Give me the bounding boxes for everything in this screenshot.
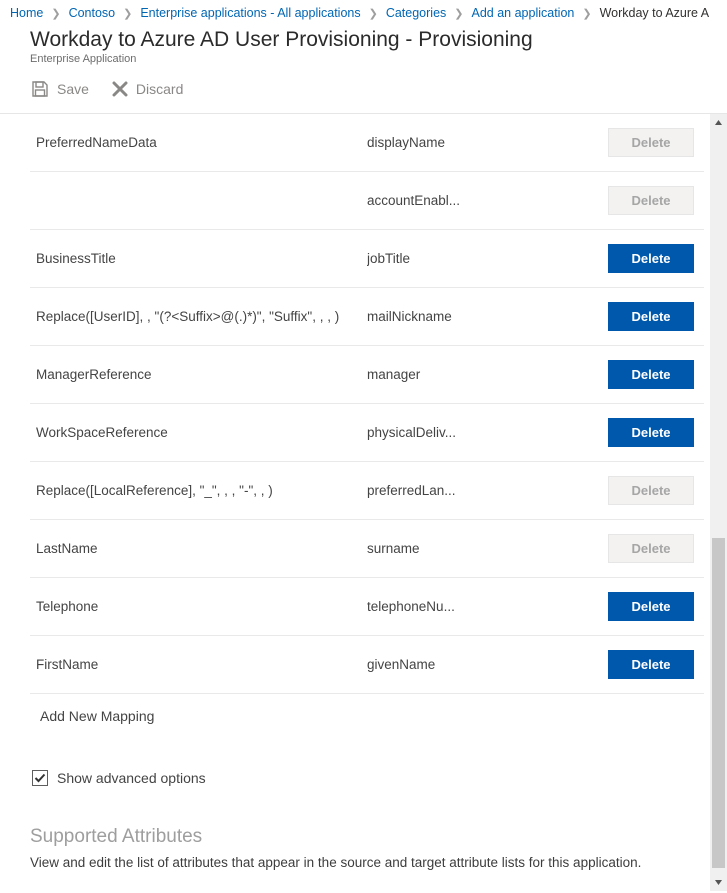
mapping-source: LastName [30,520,367,578]
mapping-target: mailNickname [367,288,542,346]
content-scroll: PreferredNameDatadisplayNameDeleteaccoun… [0,114,710,891]
mapping-source: WorkSpaceReference [30,404,367,462]
table-row[interactable]: PreferredNameDatadisplayName Delete [30,114,704,172]
mapping-target: accountEnabl... [367,172,542,230]
discard-label: Discard [136,81,183,97]
mapping-action-cell: Delete [542,346,704,404]
mapping-target: preferredLan... [367,462,542,520]
breadcrumb-item[interactable]: Categories [384,6,448,20]
breadcrumb: Home ❯ Contoso ❯ Enterprise applications… [0,0,727,24]
delete-button[interactable]: Delete [608,418,694,447]
mapping-target: physicalDeliv... [367,404,542,462]
supported-attributes-desc: View and edit the list of attributes tha… [30,848,650,872]
table-row[interactable]: TelephonetelephoneNu... Delete [30,578,704,636]
mapping-source [30,172,367,230]
mapping-action-cell: Delete [542,636,704,694]
show-advanced-row: Show advanced options [30,742,704,796]
mapping-action-cell: Delete [542,578,704,636]
chevron-icon: ❯ [448,7,469,20]
mapping-target: manager [367,346,542,404]
chevron-icon: ❯ [117,7,138,20]
delete-button[interactable]: Delete [608,302,694,331]
attribute-list-links: Edit attribute list for Azure Active Dir… [30,872,704,891]
supported-attributes-title: Supported Attributes [30,796,704,848]
discard-button[interactable]: Discard [111,80,183,98]
scroll-down-arrow-icon[interactable] [710,874,727,891]
mapping-source: BusinessTitle [30,230,367,288]
delete-button[interactable]: Delete [608,360,694,389]
mapping-action-cell: Delete [542,172,704,230]
mapping-target: displayName [367,114,542,172]
mapping-source: PreferredNameData [30,114,367,172]
save-label: Save [57,81,89,97]
breadcrumb-item[interactable]: Add an application [470,6,577,20]
table-row[interactable]: Replace([UserID], , "(?<Suffix>@(.)*)", … [30,288,704,346]
delete-button[interactable]: Delete [608,650,694,679]
mapping-source: Telephone [30,578,367,636]
table-row[interactable]: FirstNamegivenName Delete [30,636,704,694]
table-row[interactable]: accountEnabl... Delete [30,172,704,230]
mapping-source: ManagerReference [30,346,367,404]
table-row[interactable]: BusinessTitlejobTitle Delete [30,230,704,288]
page-title: Workday to Azure AD User Provisioning - … [30,28,697,52]
table-row[interactable]: ManagerReferencemanager Delete [30,346,704,404]
delete-button: Delete [608,186,694,215]
mapping-source: FirstName [30,636,367,694]
breadcrumb-item[interactable]: Home [8,6,45,20]
mapping-action-cell: Delete [542,520,704,578]
chevron-icon: ❯ [45,7,66,20]
show-advanced-label: Show advanced options [57,770,206,786]
delete-button: Delete [608,128,694,157]
save-icon [30,79,50,99]
delete-button[interactable]: Delete [608,244,694,273]
content-pane: PreferredNameDatadisplayNameDeleteaccoun… [0,113,727,891]
breadcrumb-item[interactable]: Enterprise applications - All applicatio… [138,6,362,20]
show-advanced-checkbox[interactable] [32,770,48,786]
delete-button[interactable]: Delete [608,592,694,621]
table-row[interactable]: LastNamesurname Delete [30,520,704,578]
page-header: Workday to Azure AD User Provisioning - … [0,24,727,65]
close-icon [111,80,129,98]
scrollbar[interactable] [710,114,727,891]
page-subtitle: Enterprise Application [30,53,697,65]
chevron-icon: ❯ [576,7,597,20]
save-button[interactable]: Save [30,79,89,99]
chevron-icon: ❯ [363,7,384,20]
mapping-target: jobTitle [367,230,542,288]
mapping-action-cell: Delete [542,114,704,172]
mapping-source: Replace([UserID], , "(?<Suffix>@(.)*)", … [30,288,367,346]
attribute-mappings-table: PreferredNameDatadisplayNameDeleteaccoun… [30,114,704,694]
mapping-source: Replace([LocalReference], "_", , , "-", … [30,462,367,520]
breadcrumb-current: Workday to Azure A [598,6,712,20]
mapping-action-cell: Delete [542,404,704,462]
mapping-action-cell: Delete [542,288,704,346]
table-row[interactable]: Replace([LocalReference], "_", , , "-", … [30,462,704,520]
check-icon [34,772,46,784]
mapping-target: surname [367,520,542,578]
delete-button: Delete [608,476,694,505]
mapping-action-cell: Delete [542,462,704,520]
breadcrumb-item[interactable]: Contoso [67,6,118,20]
toolbar: Save Discard [0,65,727,109]
scrollbar-thumb[interactable] [712,538,725,868]
mapping-action-cell: Delete [542,230,704,288]
scroll-up-arrow-icon[interactable] [710,114,727,131]
table-row[interactable]: WorkSpaceReferencephysicalDeliv... Delete [30,404,704,462]
mapping-target: telephoneNu... [367,578,542,636]
add-new-mapping-link[interactable]: Add New Mapping [30,694,704,742]
mapping-target: givenName [367,636,542,694]
delete-button: Delete [608,534,694,563]
